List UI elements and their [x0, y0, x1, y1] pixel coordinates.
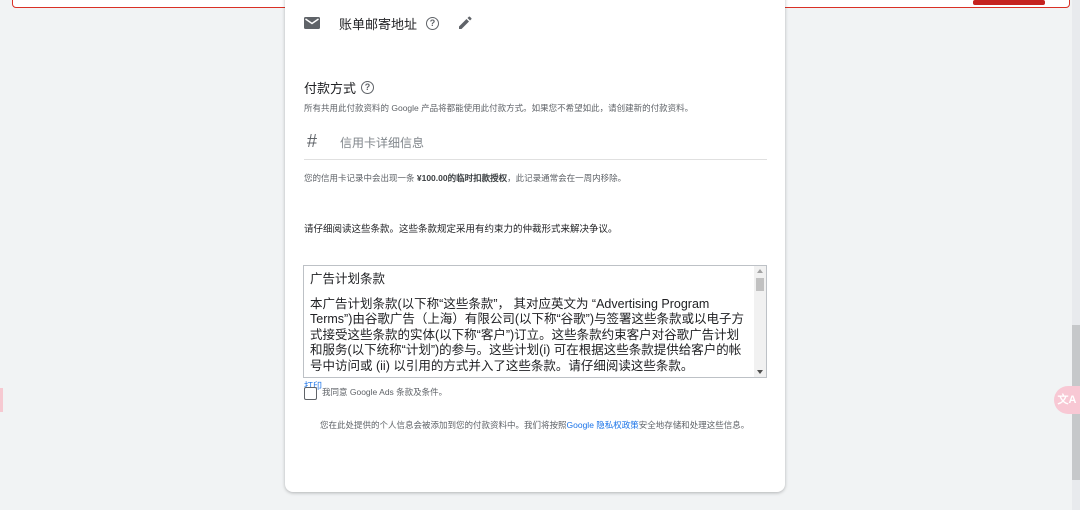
help-icon[interactable]: ? [426, 16, 440, 30]
privacy-policy-link[interactable]: Google 隐私权政策 [567, 420, 639, 430]
banner-action-button[interactable] [973, 0, 1045, 5]
billing-mail-label: 账单邮寄地址 [339, 16, 418, 32]
pencil-icon[interactable] [457, 15, 473, 31]
privacy-suffix: 安全地存储和处理这些信息。 [638, 420, 750, 430]
agree-terms-row[interactable]: 我同意 Google Ads 条款及条件。 [304, 386, 447, 400]
privacy-note: 您在此处提供的个人信息会被添加到您的付款资料中。我们将按照Google 隐私权政… [320, 419, 760, 431]
terms-content: 广告计划条款 本广告计划条款(以下称“这些条款”， 其对应英文为 “Advert… [310, 272, 745, 375]
terms-title: 广告计划条款 [310, 272, 386, 286]
billing-mail-row: 账单邮寄地址 ? [304, 14, 473, 32]
billing-card: 账单邮寄地址 ? 付款方式 ? 所有共用此付款资料的 Google 产品将都能使… [285, 0, 785, 492]
payment-method-title-text: 付款方式 [304, 81, 357, 96]
terms-intro: 请仔细阅读这些条款。这些条款规定采用有约束力的仲裁形式来解决争议。 [304, 224, 618, 235]
payment-method-title: 付款方式 ? [304, 78, 375, 97]
payment-method-description: 所有共用此付款资料的 Google 产品将都能使用此付款方式。如果您不希望如此，… [304, 103, 694, 113]
agree-label: 我同意 Google Ads 条款及条件。 [322, 387, 448, 397]
hold-note-prefix: 您的信用卡记录中会出现一条 [304, 173, 417, 183]
hold-note-amount: ¥100.00的临时扣款授权 [416, 173, 508, 183]
terms-textbox[interactable]: 广告计划条款 本广告计划条款(以下称“这些条款”， 其对应英文为 “Advert… [303, 265, 767, 378]
authorization-hold-note: 您的信用卡记录中会出现一条 ¥100.00的临时扣款授权，此记录通常会在一周内移… [304, 172, 626, 184]
terms-scroll-thumb[interactable] [756, 278, 764, 291]
scroll-down-icon[interactable] [757, 370, 763, 374]
mail-icon [304, 17, 320, 29]
credit-card-field[interactable]: # [304, 131, 767, 160]
hold-note-suffix: ，此记录通常会在一周内移除。 [507, 173, 627, 183]
credit-card-input[interactable] [340, 133, 760, 153]
terms-body: 本广告计划条款(以下称“这些条款”， 其对应英文为 “Advertising P… [310, 296, 745, 373]
hash-icon: # [307, 131, 318, 151]
agree-checkbox[interactable] [304, 387, 317, 400]
privacy-prefix: 您在此处提供的个人信息会被添加到您的付款资料中。我们将按照 [320, 420, 567, 430]
terms-scrollbar[interactable] [754, 266, 766, 377]
translate-icon[interactable]: 文A [1054, 386, 1080, 414]
help-icon[interactable]: ? [361, 81, 375, 94]
scroll-up-icon[interactable] [757, 269, 763, 273]
side-tab[interactable] [0, 388, 3, 412]
